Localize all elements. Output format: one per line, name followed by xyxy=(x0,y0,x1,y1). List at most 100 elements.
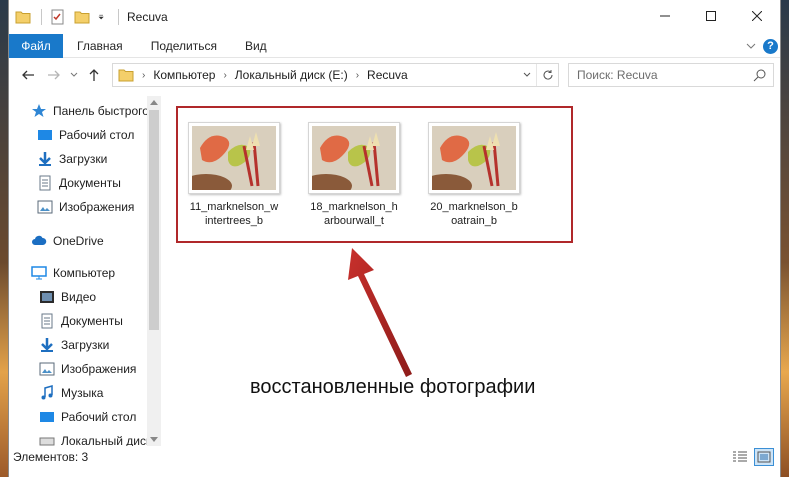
close-button[interactable] xyxy=(734,0,780,32)
window-title: Recuva xyxy=(127,10,168,24)
breadcrumb-recuva[interactable]: Recuva xyxy=(361,68,414,82)
up-button[interactable] xyxy=(81,62,107,88)
file-name: 11_marknelson_w intertrees_b xyxy=(184,200,284,228)
file-thumbnail xyxy=(180,122,280,198)
paint-brushes-image xyxy=(420,126,516,198)
music-icon xyxy=(41,385,53,400)
nav-item-downloads[interactable]: Загрузки xyxy=(39,334,161,356)
nav-item-label: Документы xyxy=(59,176,121,190)
separator xyxy=(41,9,42,25)
star-icon xyxy=(32,104,46,117)
search-input[interactable]: Поиск: Recuva xyxy=(568,63,774,87)
nav-item-label: OneDrive xyxy=(53,234,104,248)
nav-scrollbar[interactable] xyxy=(147,96,161,446)
file-item[interactable]: 20_marknelson_b oatrain_b xyxy=(420,122,524,228)
breadcrumb-drive[interactable]: Локальный диск (E:) xyxy=(229,68,354,82)
file-item[interactable]: 11_marknelson_w intertrees_b xyxy=(180,122,284,228)
forward-button[interactable] xyxy=(41,62,67,88)
scrollbar-thumb[interactable] xyxy=(149,110,159,330)
tab-share[interactable]: Поделиться xyxy=(137,39,231,53)
maximize-button[interactable] xyxy=(688,0,734,32)
tab-home[interactable]: Главная xyxy=(63,39,137,53)
large-icons-view-icon xyxy=(757,451,771,463)
navigation-pane: Панель быстрого доступа Рабочий стол 📌 З… xyxy=(9,96,161,446)
nav-item-music[interactable]: Музыка xyxy=(39,382,161,404)
chevron-down-icon xyxy=(523,72,531,77)
nav-item-pictures-pinned[interactable]: Изображения 📌 xyxy=(37,196,161,218)
nav-item-video[interactable]: Видео xyxy=(39,286,161,308)
nav-item-onedrive[interactable]: OneDrive xyxy=(31,230,161,252)
nav-item-label: Рабочий стол xyxy=(59,128,135,142)
chevron-down-icon xyxy=(70,72,78,77)
desktop-icon xyxy=(40,412,54,422)
nav-item-label: Компьютер xyxy=(53,266,116,280)
properties-icon[interactable] xyxy=(50,9,66,25)
paint-brushes-image xyxy=(300,126,396,198)
nav-item-quick-access[interactable]: Панель быстрого доступа xyxy=(31,100,161,122)
minimize-icon xyxy=(660,15,670,17)
arrow-up-icon xyxy=(89,69,99,81)
breadcrumb-separator[interactable]: › xyxy=(221,70,228,81)
nav-item-label: Рабочий стол xyxy=(61,410,137,424)
details-view-button[interactable] xyxy=(730,448,750,466)
maximize-icon xyxy=(706,11,716,21)
nav-item-label: Изображения xyxy=(61,362,137,376)
tab-file[interactable]: Файл xyxy=(9,33,63,58)
file-name-line: arbourwall_t xyxy=(324,215,384,227)
nav-item-documents-pinned[interactable]: Документы 📌 xyxy=(37,172,161,194)
status-bar: Элементов: 3 xyxy=(9,446,780,468)
minimize-button[interactable] xyxy=(642,0,688,32)
search-icon xyxy=(753,69,766,82)
nav-item-label: Панель быстрого доступа xyxy=(53,104,161,118)
refresh-button[interactable] xyxy=(536,64,558,86)
file-name-line: oatrain_b xyxy=(451,215,497,227)
file-name: 20_marknelson_b oatrain_b xyxy=(424,200,524,228)
nav-item-documents[interactable]: Документы xyxy=(39,310,161,332)
nav-item-label: Музыка xyxy=(61,386,104,400)
scroll-up-icon[interactable] xyxy=(150,99,158,105)
help-button[interactable]: ? xyxy=(763,38,778,54)
customize-toolbar-icon[interactable] xyxy=(98,9,108,25)
explorer-window: Recuva Файл Главная Поделиться Вид ? › К… xyxy=(8,0,781,477)
arrow-left-icon xyxy=(22,70,34,80)
file-item[interactable]: 18_marknelson_h arbourwall_t xyxy=(300,122,404,228)
nav-item-downloads-pinned[interactable]: Загрузки 📌 xyxy=(37,148,161,170)
nav-item-label: Локальный диск xyxy=(61,434,152,446)
nav-item-local-disk[interactable]: Локальный диск xyxy=(39,430,161,446)
nav-item-computer[interactable]: Компьютер xyxy=(31,262,161,284)
annotation-text: восстановленные фотографии xyxy=(250,376,536,398)
items-count: Элементов: 3 xyxy=(13,450,89,464)
annotation-arrow xyxy=(348,248,412,377)
tab-view[interactable]: Вид xyxy=(231,39,281,53)
separator xyxy=(118,9,119,25)
arrow-right-icon xyxy=(48,70,60,80)
nav-item-desktop[interactable]: Рабочий стол xyxy=(39,406,161,428)
paint-brushes-image xyxy=(180,126,276,198)
download-icon xyxy=(39,152,51,166)
scroll-down-icon[interactable] xyxy=(150,437,158,443)
large-icons-view-button[interactable] xyxy=(754,448,774,466)
computer-icon xyxy=(31,266,47,280)
picture-icon xyxy=(37,200,53,214)
address-bar[interactable]: › Компьютер › Локальный диск (E:) › Recu… xyxy=(112,63,559,87)
title-bar: Recuva xyxy=(9,0,780,34)
search-placeholder: Поиск: Recuva xyxy=(577,68,658,82)
nav-item-desktop-pinned[interactable]: Рабочий стол 📌 xyxy=(37,124,161,146)
back-button[interactable] xyxy=(15,62,41,88)
nav-item-label: Загрузки xyxy=(59,152,108,166)
document-icon xyxy=(41,313,53,329)
address-history-button[interactable] xyxy=(518,64,536,86)
close-icon xyxy=(752,11,762,21)
breadcrumb-separator[interactable]: › xyxy=(140,70,147,81)
breadcrumb-computer[interactable]: Компьютер xyxy=(147,68,221,82)
nav-item-label: Документы xyxy=(61,314,123,328)
file-thumbnail xyxy=(300,122,400,198)
picture-icon xyxy=(39,362,55,376)
breadcrumb-separator[interactable]: › xyxy=(354,70,361,81)
nav-item-pictures[interactable]: Изображения xyxy=(39,358,161,380)
address-row: › Компьютер › Локальный диск (E:) › Recu… xyxy=(9,58,780,92)
file-name-line: 20_marknelson_b xyxy=(430,201,518,213)
new-folder-icon[interactable] xyxy=(74,9,90,25)
expand-ribbon-icon[interactable] xyxy=(743,38,759,54)
recent-locations-button[interactable] xyxy=(67,62,81,88)
